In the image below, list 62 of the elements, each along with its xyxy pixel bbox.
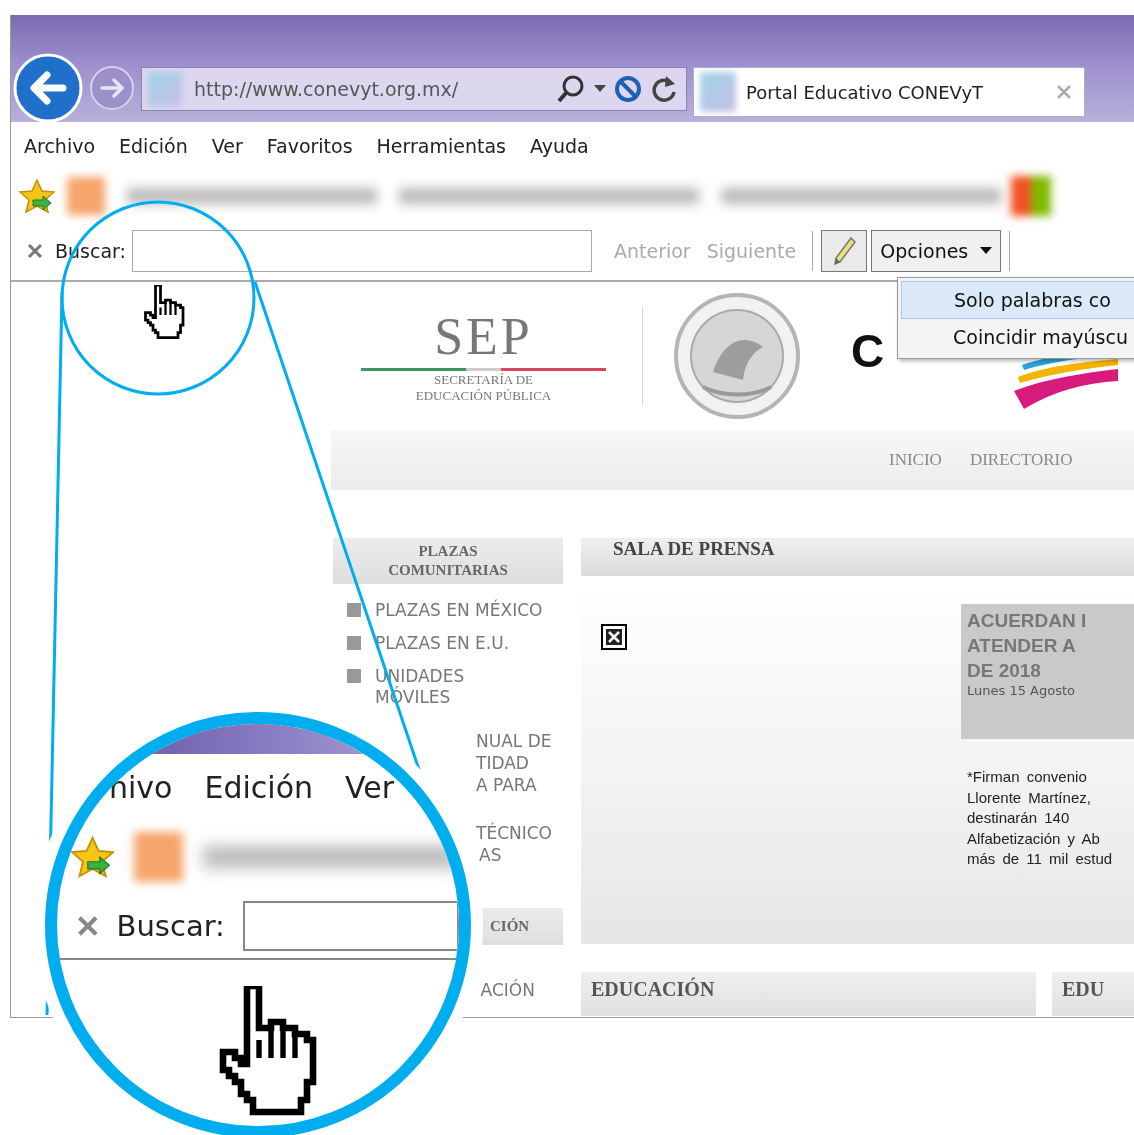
menu-item[interactable]: Solo palabras co xyxy=(901,281,1134,319)
logo-text: C xyxy=(851,324,885,378)
close-icon[interactable] xyxy=(77,913,99,939)
star-icon[interactable] xyxy=(19,178,55,214)
menu-item[interactable]: Coincidir mayúscu xyxy=(901,319,1134,355)
find-label: Buscar: xyxy=(116,909,225,943)
menu-item[interactable]: Edición xyxy=(119,135,188,157)
star-icon[interactable] xyxy=(71,835,115,879)
sidebar-link[interactable]: TÉCNICO xyxy=(476,822,552,844)
search-icon[interactable] xyxy=(556,74,586,104)
sidebar-link[interactable]: PLAZAS EN MÉXICO xyxy=(375,600,543,621)
find-field[interactable] xyxy=(131,230,592,272)
browser-tab[interactable]: Portal Educativo CONEVyT xyxy=(693,67,1085,117)
bullet-icon xyxy=(347,603,361,617)
menu-item[interactable]: Edición xyxy=(204,769,313,805)
news-headline[interactable]: ACUERDAN I ATENDER A DE 2018 xyxy=(967,608,1134,683)
news-date: Lunes 15 Agosto xyxy=(967,683,1076,698)
tab-title: Portal Educativo CONEVyT xyxy=(746,81,984,103)
section-header: EDU xyxy=(1052,972,1134,1016)
highlight-button[interactable] xyxy=(821,230,868,272)
broken-image-icon xyxy=(601,624,627,650)
logo-subtitle: SECRETARÍA DE xyxy=(434,372,533,388)
hand-cursor-icon xyxy=(143,285,186,340)
close-icon[interactable] xyxy=(1056,84,1072,100)
menu-item[interactable]: Ayuda xyxy=(530,135,589,157)
find-field[interactable] xyxy=(242,901,459,951)
menu-item[interactable]: Favoritos xyxy=(266,135,353,157)
menu-item[interactable]: Ver xyxy=(345,769,394,805)
menu-item[interactable]: Archivo xyxy=(24,135,96,157)
blurred-favicon xyxy=(148,72,182,106)
pencil-icon xyxy=(831,236,858,266)
section-header: PLAZAS COMUNITARIAS xyxy=(333,538,563,584)
close-icon[interactable] xyxy=(27,243,43,259)
caret-icon[interactable] xyxy=(594,85,606,93)
blurred-favicon xyxy=(700,72,736,112)
sidebar-link[interactable]: NUAL DE xyxy=(476,730,552,752)
sidebar-link[interactable]: ACIÓN xyxy=(480,979,535,1001)
hand-cursor-icon xyxy=(217,986,319,1118)
stop-icon[interactable] xyxy=(614,75,642,103)
nav-link[interactable]: INICIO xyxy=(889,450,942,470)
section-header: EDUCACIÓN xyxy=(581,972,1036,1016)
section-header: SALA DE PRENSA xyxy=(581,538,1134,576)
caret-icon xyxy=(980,247,993,255)
menu-item[interactable]: Herramientas xyxy=(376,135,506,157)
sidebar-link[interactable]: A PARA xyxy=(476,774,537,796)
blurred-bookmark[interactable] xyxy=(127,188,377,204)
forward-button[interactable] xyxy=(89,65,135,111)
bullet-icon xyxy=(347,669,361,683)
sidebar-link[interactable]: TIDAD xyxy=(476,752,529,774)
refresh-icon[interactable] xyxy=(650,74,678,104)
options-button[interactable]: Opciones xyxy=(871,230,1002,272)
address-bar[interactable]: http://www.conevyt.org.mx/ xyxy=(141,67,687,111)
nav-link[interactable]: DIRECTORIO xyxy=(969,450,1073,470)
sidebar-link[interactable]: AS xyxy=(479,844,502,866)
back-button[interactable] xyxy=(13,53,83,123)
logo-title: SEP xyxy=(434,308,533,366)
logo-subtitle: EDUCACIÓN PÚBLICA xyxy=(415,388,552,404)
bullet-icon xyxy=(347,636,361,650)
news-summary: *Firman convenio Llorente Martínez, destinarán 140 Alfabetización y Ab más de 11 mil estud xyxy=(966,767,1114,869)
blurred-logo xyxy=(1011,176,1051,216)
address-text: http://www.conevyt.org.mx/ xyxy=(194,78,459,100)
menu-item[interactable]: Ver xyxy=(211,135,243,157)
